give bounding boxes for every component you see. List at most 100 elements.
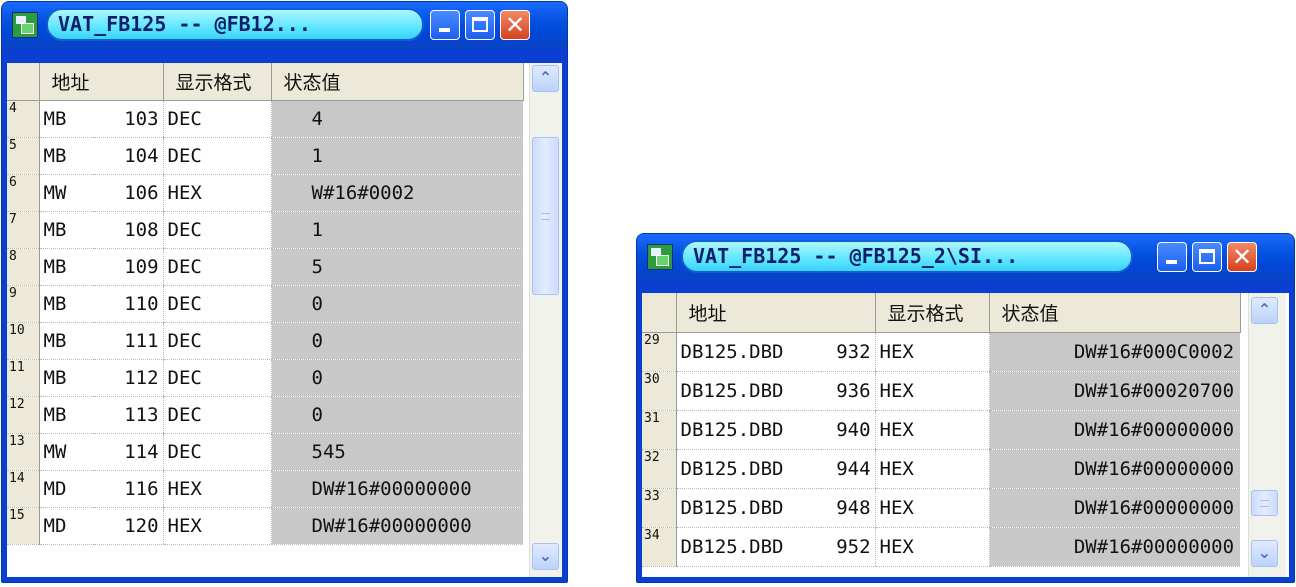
table-row[interactable]: 8 MB 109 DEC 5 xyxy=(7,248,524,286)
scroll-up-button[interactable]: ⌃ xyxy=(1251,297,1278,324)
table-row[interactable]: 30 DB125.DBD 936 HEX DW#16#00020700 xyxy=(642,371,1241,411)
close-button[interactable]: ✕ xyxy=(500,10,530,40)
status-value-cell[interactable]: DW#16#00000000 xyxy=(988,527,1241,567)
status-value-cell[interactable]: 545 xyxy=(270,433,524,471)
operand-cell[interactable]: MD xyxy=(38,507,94,545)
address-cell[interactable]: 120 xyxy=(94,507,164,545)
status-value-cell[interactable]: DW#16#00000000 xyxy=(270,507,524,545)
display-format-cell[interactable]: DEC xyxy=(162,100,272,138)
display-format-cell[interactable]: HEX xyxy=(874,371,990,411)
scroll-up-button[interactable]: ⌃ xyxy=(532,65,559,92)
table-row[interactable]: 33 DB125.DBD 948 HEX DW#16#00000000 xyxy=(642,488,1241,528)
table-row[interactable]: 11 MB 112 DEC 0 xyxy=(7,359,524,397)
table-row[interactable]: 14 MD 116 HEX DW#16#00000000 xyxy=(7,470,524,508)
address-cell[interactable]: 936 xyxy=(821,371,876,411)
table-row[interactable]: 32 DB125.DBD 944 HEX DW#16#00000000 xyxy=(642,449,1241,489)
status-value-cell[interactable]: 0 xyxy=(270,285,524,323)
status-value-cell[interactable]: 4 xyxy=(270,100,524,138)
operand-cell[interactable]: MW xyxy=(38,433,94,471)
header-status-value[interactable]: 状态值 xyxy=(989,293,1241,333)
address-cell[interactable]: 932 xyxy=(821,332,876,372)
status-value-cell[interactable]: DW#16#00000000 xyxy=(988,410,1241,450)
vertical-scrollbar[interactable]: ⌃ ⌄ xyxy=(529,63,562,577)
operand-cell[interactable]: MB xyxy=(38,396,94,434)
status-value-cell[interactable]: 5 xyxy=(270,248,524,286)
operand-cell[interactable]: MB xyxy=(38,285,94,323)
scroll-down-button[interactable]: ⌄ xyxy=(1251,540,1278,567)
address-cell[interactable]: 111 xyxy=(94,322,164,360)
address-cell[interactable]: 952 xyxy=(821,527,876,567)
operand-cell[interactable]: MB xyxy=(38,100,94,138)
address-cell[interactable]: 114 xyxy=(94,433,164,471)
title-bar[interactable]: VAT_FB125 -- @FB125_2\SI... ✕ xyxy=(637,234,1294,280)
display-format-cell[interactable]: DEC xyxy=(162,359,272,397)
vat-app-icon[interactable] xyxy=(647,244,673,270)
address-cell[interactable]: 104 xyxy=(94,137,164,175)
status-value-cell[interactable]: DW#16#00020700 xyxy=(988,371,1241,411)
table-row[interactable]: 34 DB125.DBD 952 HEX DW#16#00000000 xyxy=(642,527,1241,567)
scroll-down-button[interactable]: ⌄ xyxy=(532,543,559,570)
table-row[interactable]: 9 MB 110 DEC 0 xyxy=(7,285,524,323)
table-row[interactable]: 5 MB 104 DEC 1 xyxy=(7,137,524,175)
table-row[interactable]: 15 MD 120 HEX DW#16#00000000 xyxy=(7,507,524,545)
status-value-cell[interactable]: 0 xyxy=(270,322,524,360)
display-format-cell[interactable]: HEX xyxy=(874,410,990,450)
maximize-button[interactable] xyxy=(465,10,495,40)
operand-cell[interactable]: MB xyxy=(38,211,94,249)
table-row[interactable]: 6 MW 106 HEX W#16#0002 xyxy=(7,174,524,212)
status-value-cell[interactable]: W#16#0002 xyxy=(270,174,524,212)
title-bar[interactable]: VAT_FB125 -- @FB12... ✕ xyxy=(2,2,567,48)
address-cell[interactable]: 113 xyxy=(94,396,164,434)
operand-cell[interactable]: DB125.DBD xyxy=(675,527,821,567)
header-address[interactable]: 地址 xyxy=(39,63,164,101)
status-value-cell[interactable]: DW#16#00000000 xyxy=(988,449,1241,489)
display-format-cell[interactable]: HEX xyxy=(162,470,272,508)
close-button[interactable]: ✕ xyxy=(1227,242,1257,272)
address-cell[interactable]: 106 xyxy=(94,174,164,212)
operand-cell[interactable]: DB125.DBD xyxy=(675,410,821,450)
display-format-cell[interactable]: DEC xyxy=(162,433,272,471)
scroll-thumb[interactable] xyxy=(532,137,559,295)
display-format-cell[interactable]: HEX xyxy=(162,507,272,545)
status-value-cell[interactable]: 1 xyxy=(270,137,524,175)
address-cell[interactable]: 940 xyxy=(821,410,876,450)
header-status-value[interactable]: 状态值 xyxy=(271,63,524,101)
table-row[interactable]: 13 MW 114 DEC 545 xyxy=(7,433,524,471)
operand-cell[interactable]: DB125.DBD xyxy=(675,371,821,411)
header-address[interactable]: 地址 xyxy=(676,293,876,333)
status-value-cell[interactable]: 0 xyxy=(270,359,524,397)
address-cell[interactable]: 109 xyxy=(94,248,164,286)
header-display-format[interactable]: 显示格式 xyxy=(875,293,990,333)
display-format-cell[interactable]: DEC xyxy=(162,248,272,286)
address-cell[interactable]: 948 xyxy=(821,488,876,528)
status-value-cell[interactable]: DW#16#00000000 xyxy=(988,488,1241,528)
display-format-cell[interactable]: HEX xyxy=(162,174,272,212)
display-format-cell[interactable]: HEX xyxy=(874,449,990,489)
table-row[interactable]: 4 MB 103 DEC 4 xyxy=(7,100,524,138)
operand-cell[interactable]: MW xyxy=(38,174,94,212)
operand-cell[interactable]: DB125.DBD xyxy=(675,488,821,528)
header-display-format[interactable]: 显示格式 xyxy=(163,63,272,101)
status-value-cell[interactable]: 1 xyxy=(270,211,524,249)
display-format-cell[interactable]: HEX xyxy=(874,488,990,528)
display-format-cell[interactable]: DEC xyxy=(162,396,272,434)
address-cell[interactable]: 110 xyxy=(94,285,164,323)
address-cell[interactable]: 944 xyxy=(821,449,876,489)
table-row[interactable]: 31 DB125.DBD 940 HEX DW#16#00000000 xyxy=(642,410,1241,450)
address-cell[interactable]: 108 xyxy=(94,211,164,249)
table-row[interactable]: 10 MB 111 DEC 0 xyxy=(7,322,524,360)
maximize-button[interactable] xyxy=(1192,242,1222,272)
operand-cell[interactable]: MB xyxy=(38,359,94,397)
status-value-cell[interactable]: DW#16#00000000 xyxy=(270,470,524,508)
table-row[interactable]: 7 MB 108 DEC 1 xyxy=(7,211,524,249)
display-format-cell[interactable]: DEC xyxy=(162,322,272,360)
display-format-cell[interactable]: DEC xyxy=(162,211,272,249)
vat-app-icon[interactable] xyxy=(12,12,38,38)
status-value-cell[interactable]: DW#16#000C0002 xyxy=(988,332,1241,372)
operand-cell[interactable]: MB xyxy=(38,137,94,175)
display-format-cell[interactable]: DEC xyxy=(162,285,272,323)
display-format-cell[interactable]: DEC xyxy=(162,137,272,175)
operand-cell[interactable]: DB125.DBD xyxy=(675,449,821,489)
status-value-cell[interactable]: 0 xyxy=(270,396,524,434)
address-cell[interactable]: 112 xyxy=(94,359,164,397)
